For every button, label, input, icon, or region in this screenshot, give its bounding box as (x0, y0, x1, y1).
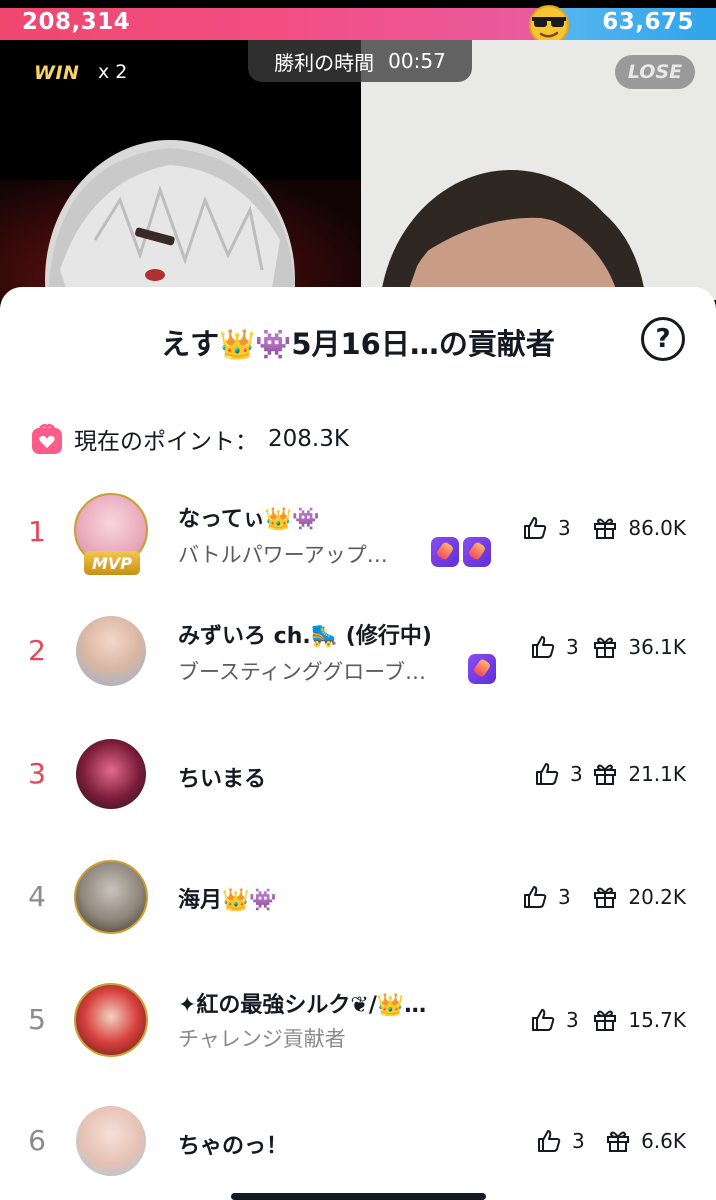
power-up-badge-icon (431, 537, 459, 567)
contributor-name: ✦紅の最強シルク❦/👑… (178, 993, 427, 1018)
rank-number: 5 (28, 1003, 46, 1036)
contributor-row-3[interactable]: 3 ちいまる 3 21.1K (0, 739, 716, 839)
likes-count: 3 (522, 515, 571, 541)
question-circle-icon: ? (655, 324, 671, 354)
thumbs-up-icon (536, 763, 559, 785)
avatar[interactable] (76, 862, 146, 932)
rank-number: 2 (28, 634, 46, 667)
likes-count: 3 (522, 884, 571, 910)
thumbs-up-icon (538, 1130, 561, 1152)
thumbs-up-icon (532, 1009, 555, 1031)
contributor-name: みずいろ ch.🛼 (修行中) (178, 624, 432, 649)
home-indicator[interactable] (231, 1193, 486, 1200)
gift-points: 86.0K (592, 515, 686, 541)
timer-label: 勝利の時間 (274, 50, 375, 75)
contributor-name: なってぃ👑👾 (178, 507, 320, 532)
contributors-panel: えす👑👾5月16日…の貢献者 ? 現在のポイント： 208.3K 1 MVP な… (0, 287, 716, 1200)
contributor-row-4[interactable]: 4 海月👑👾 3 20.2K (0, 860, 716, 960)
battle-timer: 勝利の時間 00:57 (248, 40, 472, 82)
gift-points: 21.1K (592, 761, 686, 787)
avatar[interactable] (76, 616, 146, 686)
points-label: 現在のポイント： (74, 429, 258, 455)
contributor-subtitle: チャレンジ貢献者 (178, 1027, 346, 1051)
current-points-row: 現在のポイント： 208.3K (30, 422, 349, 456)
likes-count: 3 (534, 761, 583, 787)
contributor-row-5[interactable]: 5 ✦紅の最強シルク❦/👑… チャレンジ貢献者 3 15.7K (0, 983, 716, 1083)
left-team-score-bar: 208,314 (0, 8, 550, 40)
right-team-score-bar: 63,675 (550, 8, 716, 40)
win-label: WIN (34, 62, 80, 84)
avatar[interactable] (76, 1106, 146, 1176)
gift-icon (594, 887, 617, 908)
mvp-badge: MVP (84, 551, 140, 575)
likes-count: 3 (530, 634, 579, 660)
lose-badge: LOSE (615, 55, 695, 89)
gift-points: 6.6K (605, 1128, 686, 1154)
gift-points: 20.2K (592, 884, 686, 910)
points-value: 208.3K (268, 426, 349, 452)
thumbs-up-icon (524, 886, 547, 908)
battle-score-bar: 208,314 63,675 (0, 8, 716, 40)
timer-value: 00:57 (388, 49, 446, 73)
gift-box-icon (32, 423, 62, 454)
gift-icon (594, 518, 617, 539)
gift-points: 15.7K (592, 1007, 686, 1033)
avatar[interactable] (76, 739, 146, 809)
power-up-badge-icon (468, 654, 496, 684)
thumbs-up-icon (524, 517, 547, 539)
contributor-subtitle: ブースティンググローブ… (178, 660, 427, 684)
rank-number: 1 (28, 515, 46, 548)
gift-icon (594, 637, 617, 658)
contributor-name: ちいまる (178, 767, 267, 792)
likes-count: 3 (530, 1007, 579, 1033)
help-button[interactable]: ? (641, 317, 685, 361)
left-team-score: 208,314 (22, 9, 131, 35)
panel-title: えす👑👾5月16日…の貢献者 (161, 327, 555, 361)
contributor-subtitle: バトルパワーアップ… (178, 543, 388, 567)
contributor-row-6[interactable]: 6 ちゃのっ！ 3 6.6K (0, 1106, 716, 1200)
likes-count: 3 (536, 1128, 585, 1154)
contributor-row-2[interactable]: 2 みずいろ ch.🛼 (修行中) ブースティンググローブ… 3 36.1K (0, 616, 716, 716)
gift-icon (594, 1010, 617, 1031)
contributor-name: ちゃのっ！ (178, 1134, 289, 1159)
gift-icon (594, 764, 617, 785)
rank-number: 6 (28, 1124, 46, 1157)
thumbs-up-icon (532, 636, 555, 658)
contributor-row-1[interactable]: 1 MVP なってぃ👑👾 バトルパワーアップ… 3 86.0K (0, 493, 716, 593)
win-multiplier: x 2 (98, 61, 128, 83)
rank-number: 4 (28, 880, 46, 913)
power-up-badge-icon (463, 537, 491, 567)
right-team-score: 63,675 (602, 9, 694, 35)
avatar[interactable] (76, 985, 146, 1055)
gift-icon (607, 1131, 630, 1152)
gift-points: 36.1K (592, 634, 686, 660)
contributor-name: 海月👑👾 (178, 888, 277, 913)
rank-number: 3 (28, 757, 46, 790)
